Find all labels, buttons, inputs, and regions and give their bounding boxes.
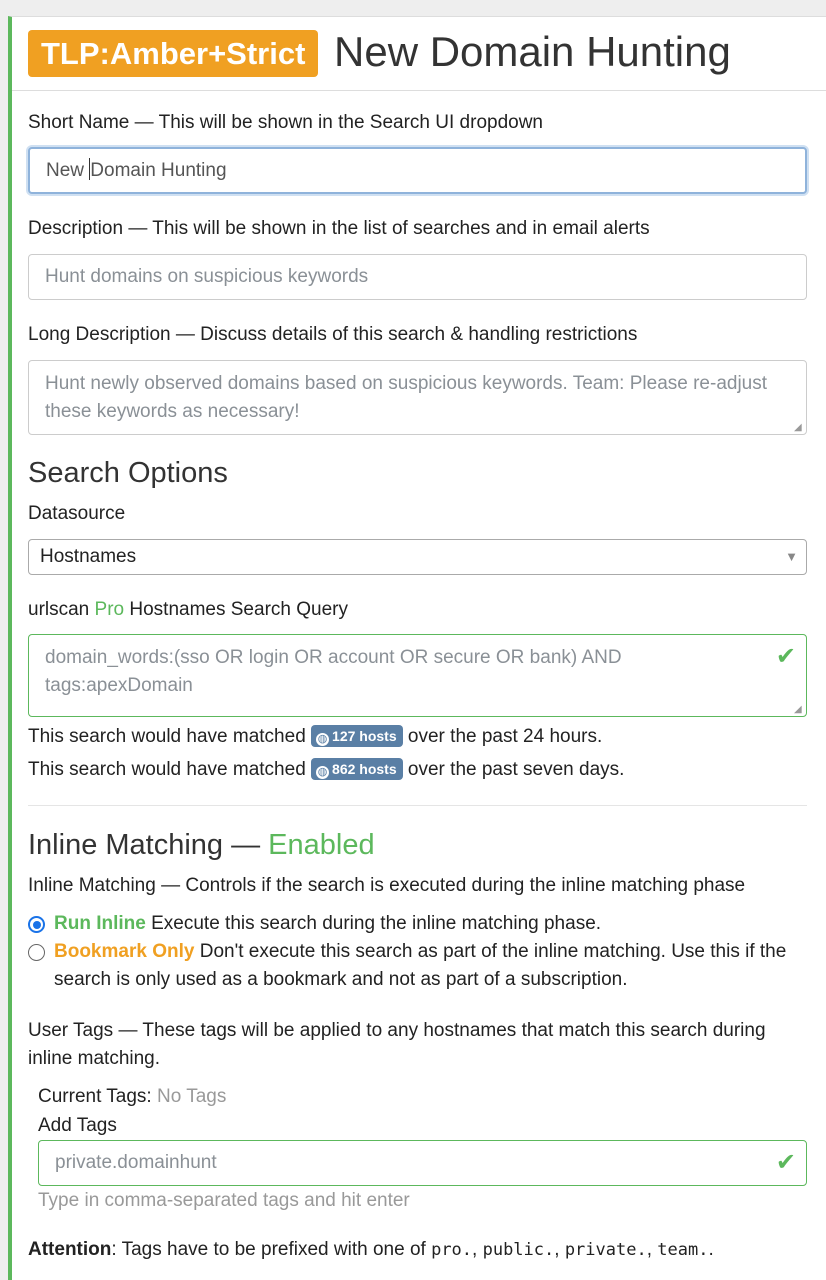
run-inline-option[interactable]: Run Inline Execute this search during th… xyxy=(54,910,814,938)
search-query-textarea[interactable]: domain_words:(sso OR login OR account OR… xyxy=(28,634,807,717)
long-description-label: Long Description — Discuss details of th… xyxy=(28,324,638,345)
valid-check-icon: ✔ xyxy=(775,643,796,670)
query-value: domain_words:(sso OR login OR account OR… xyxy=(45,647,622,696)
pro-label: Pro xyxy=(94,599,125,620)
globe-icon: ◍ xyxy=(316,766,330,779)
current-tags-label: Current Tags: xyxy=(38,1086,157,1107)
match-prefix: This search would have matched xyxy=(28,726,312,747)
add-tags-label: Add Tags xyxy=(38,1115,117,1136)
search-options-heading: Search Options xyxy=(28,457,228,489)
run-inline-text: Execute this search during the inline ma… xyxy=(145,913,602,934)
inline-status: Enabled xyxy=(268,829,375,861)
run-inline-radio[interactable] xyxy=(28,916,45,933)
datasource-label: Datasource xyxy=(28,503,126,524)
match-prefix: This search would have matched xyxy=(28,759,312,780)
divider xyxy=(28,805,807,806)
attention-text: : Tags have to be prefixed with one of xyxy=(111,1239,432,1260)
datasource-value: Hostnames xyxy=(40,546,137,567)
current-tags-line: Current Tags: No Tags xyxy=(38,1085,226,1109)
match-24h-suffix: over the past 24 hours. xyxy=(402,726,603,747)
add-tags-value: private.domainhunt xyxy=(55,1152,217,1173)
description-label: Description — This will be shown in the … xyxy=(28,218,650,239)
short-name-value-a: New xyxy=(46,160,90,181)
prefix-pro: pro. xyxy=(431,1240,473,1260)
long-description-placeholder: Hunt newly observed domains based on sus… xyxy=(45,373,768,422)
attention-note: Attention: Tags have to be prefixed with… xyxy=(28,1239,714,1260)
short-name-value-b: Domain Hunting xyxy=(90,160,227,181)
prefix-public: public. xyxy=(482,1240,555,1260)
query-label-suffix: Hostnames Search Query xyxy=(124,599,348,620)
hosts-7d-count: 862 hosts xyxy=(332,761,397,777)
prefix-team: team. xyxy=(657,1240,709,1260)
resize-handle-icon[interactable]: ◢ xyxy=(794,423,804,433)
saved-search-form: TLP:Amber+Strict New Domain Hunting Shor… xyxy=(8,16,826,1280)
inline-heading-prefix: Inline Matching — xyxy=(28,829,269,861)
match-24h-line: This search would have matched ◍ 127 host… xyxy=(28,725,602,749)
tags-help-text: Type in comma-separated tags and hit ent… xyxy=(38,1190,410,1211)
globe-icon: ◍ xyxy=(316,733,330,746)
bookmark-only-title: Bookmark Only xyxy=(54,941,195,962)
valid-check-icon: ✔ xyxy=(775,1149,796,1176)
query-label-prefix: urlscan xyxy=(28,599,95,620)
attention-label: Attention xyxy=(28,1239,112,1260)
query-label: urlscan Pro Hostnames Search Query xyxy=(28,598,348,622)
prefix-private: private. xyxy=(564,1240,647,1260)
add-tags-input[interactable]: private.domainhunt ✔ xyxy=(38,1140,807,1186)
page-title: New Domain Hunting xyxy=(334,28,731,75)
run-inline-title: Run Inline xyxy=(54,913,146,934)
bookmark-only-radio[interactable] xyxy=(28,944,45,961)
short-name-input[interactable]: New Domain Hunting xyxy=(28,147,807,194)
user-tags-label: User Tags — These tags will be applied t… xyxy=(28,1020,766,1069)
resize-handle-icon[interactable]: ◢ xyxy=(794,705,804,715)
description-placeholder: Hunt domains on suspicious keywords xyxy=(45,266,369,287)
inline-matching-heading: Inline Matching — Enabled xyxy=(28,827,375,863)
hosts-24h-badge[interactable]: ◍ 127 hosts xyxy=(311,725,403,747)
description-input[interactable]: Hunt domains on suspicious keywords xyxy=(28,254,807,300)
form-header: TLP:Amber+Strict New Domain Hunting xyxy=(12,17,826,91)
tlp-badge: TLP:Amber+Strict xyxy=(28,30,319,77)
dropdown-arrow-icon: ▼ xyxy=(785,549,798,564)
match-7d-suffix: over the past seven days. xyxy=(402,759,625,780)
hosts-24h-count: 127 hosts xyxy=(332,728,397,744)
short-name-label: Short Name — This will be shown in the S… xyxy=(28,112,544,133)
datasource-select[interactable]: Hostnames ▼ xyxy=(28,539,807,575)
inline-matching-label: Inline Matching — Controls if the search… xyxy=(28,875,746,896)
hosts-7d-badge[interactable]: ◍ 862 hosts xyxy=(311,758,403,780)
bookmark-only-option[interactable]: Bookmark Only Don't execute this search … xyxy=(54,938,814,994)
current-tags-value: No Tags xyxy=(156,1086,227,1107)
match-7d-line: This search would have matched ◍ 862 host… xyxy=(28,758,624,782)
long-description-textarea[interactable]: Hunt newly observed domains based on sus… xyxy=(28,360,807,435)
